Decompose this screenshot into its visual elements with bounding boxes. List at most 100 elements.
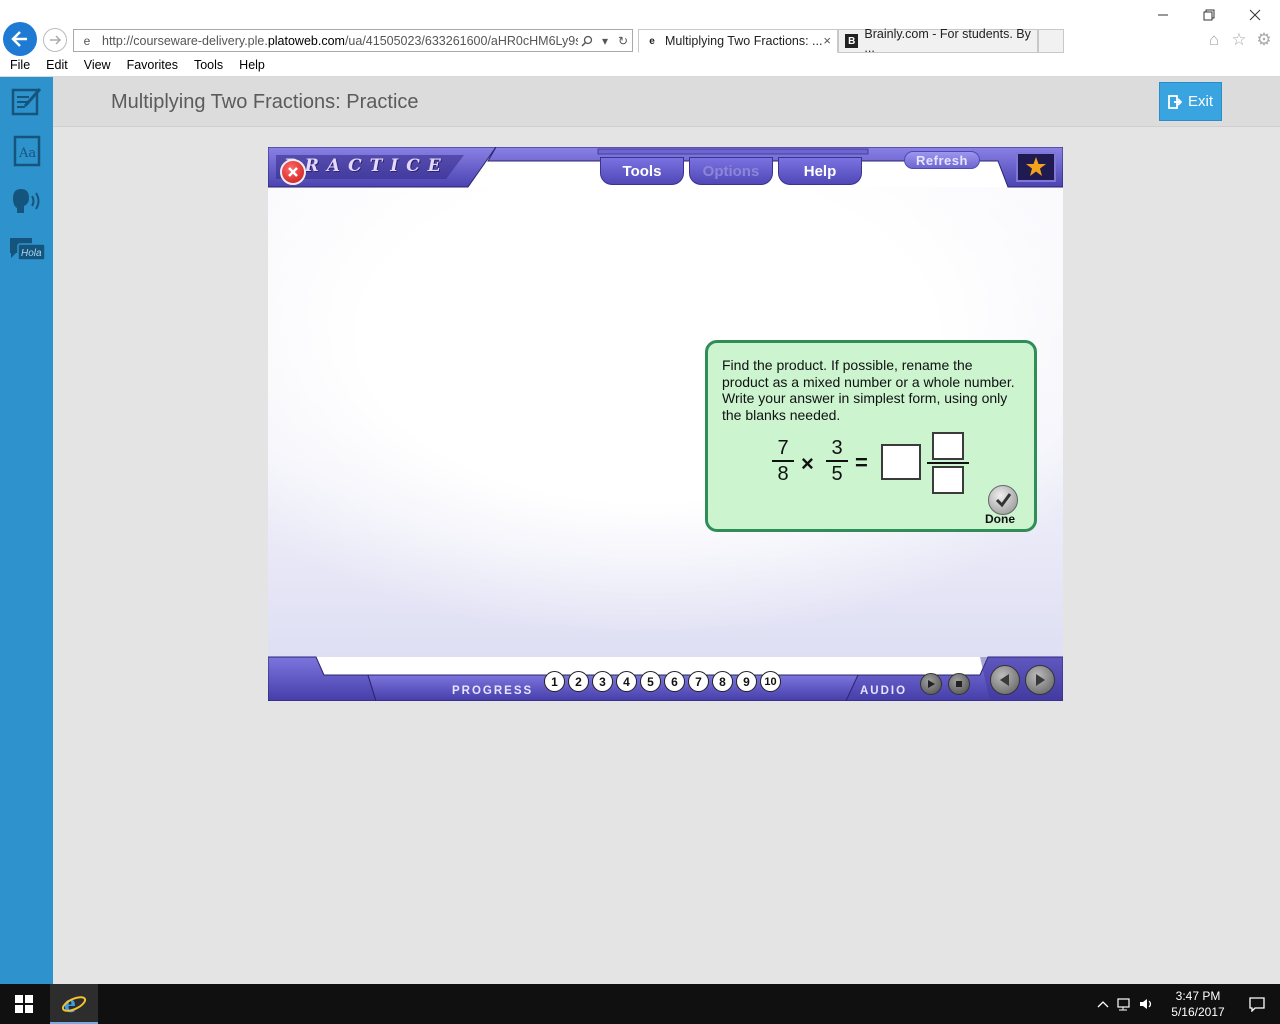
progress-item-3: 3 [592, 671, 613, 692]
translate-icon: Hola [10, 238, 46, 261]
practice-title: PRACTICE [284, 156, 449, 176]
windows-logo-icon [15, 995, 33, 1013]
tab-brainly[interactable]: B Brainly.com - For students. By ... [838, 27, 1038, 55]
options-button[interactable]: Options [689, 157, 773, 185]
exit-icon [1168, 94, 1182, 109]
progress-item-7: 7 [688, 671, 709, 692]
menu-favorites[interactable]: Favorites [117, 56, 178, 76]
progress-item-2: 2 [568, 671, 589, 692]
menu-edit[interactable]: Edit [36, 56, 68, 76]
answer-whole-input[interactable] [881, 444, 921, 480]
stop-icon [956, 681, 962, 687]
page-header: Multiplying Two Fractions: Practice Exit [53, 77, 1280, 127]
action-center-icon[interactable] [1234, 984, 1280, 1024]
tab-label: Multiplying Two Fractions: ... [665, 34, 823, 48]
search-icon[interactable] [578, 32, 596, 50]
play-icon [928, 680, 935, 688]
back-button[interactable] [3, 22, 37, 56]
times-sign: × [801, 451, 814, 476]
tools-button[interactable]: Tools [600, 157, 684, 185]
ie-page-icon: e [83, 33, 91, 48]
page-title: Multiplying Two Fractions: Practice [111, 91, 419, 113]
minimize-button[interactable] [1140, 4, 1186, 26]
fraction-one: 7 8 [772, 437, 794, 485]
settings-gear-icon[interactable]: ⚙ [1254, 30, 1274, 50]
refresh-page-icon[interactable]: ↻ [614, 32, 632, 50]
audio-label: AUDIO [860, 685, 908, 697]
menu-view[interactable]: View [74, 56, 111, 76]
practice-activity: PRACTICE Tools Options Help Refresh Find… [268, 147, 1063, 701]
dropdown-arrow-icon[interactable]: ▾ [596, 32, 614, 50]
restore-icon [1203, 9, 1215, 21]
browser-chrome: e http://courseware-delivery.ple.platowe… [0, 0, 1280, 77]
exit-button[interactable]: Exit [1159, 82, 1222, 121]
close-icon [288, 167, 298, 177]
notepad-icon [11, 88, 42, 116]
clock-date: 5/16/2017 [1171, 1005, 1225, 1019]
progress-label: PROGRESS [452, 685, 534, 697]
progress-item-6: 6 [664, 671, 685, 692]
restore-button[interactable] [1186, 4, 1232, 26]
progress-item-10: 10 [760, 671, 781, 692]
tab-label: Brainly.com - For students. By ... [864, 27, 1031, 55]
volume-icon[interactable] [1136, 984, 1158, 1024]
close-activity-button[interactable] [280, 159, 306, 185]
answer-numerator-input[interactable] [932, 432, 964, 460]
progress-item-5: 5 [640, 671, 661, 692]
clock-time: 3:47 PM [1175, 989, 1221, 1003]
notepad-button[interactable] [8, 83, 46, 119]
network-icon[interactable] [1114, 984, 1136, 1024]
question-box: Find the product. If possible, rename th… [705, 340, 1037, 532]
fraction-bar [772, 460, 794, 462]
fraction-one-denominator: 8 [777, 463, 789, 485]
minimize-icon [1158, 14, 1168, 16]
internet-explorer-icon: e [61, 990, 87, 1016]
tool-sidebar: Aa Hola [0, 77, 53, 984]
previous-button[interactable] [990, 665, 1020, 695]
progress-item-8: 8 [712, 671, 733, 692]
new-tab-button[interactable] [1038, 29, 1064, 53]
star-button[interactable] [1016, 152, 1056, 182]
arrow-left-icon [11, 31, 27, 47]
translate-button[interactable]: Hola [8, 233, 46, 269]
progress-item-1: 1 [544, 671, 565, 692]
fraction-two-numerator: 3 [831, 437, 843, 459]
start-button[interactable] [0, 984, 48, 1024]
arrow-left-icon [1000, 674, 1009, 686]
equals-sign: = [855, 450, 868, 475]
address-bar[interactable]: e http://courseware-delivery.ple.platowe… [73, 29, 633, 52]
fraction-bar [826, 460, 848, 462]
fraction-one-numerator: 7 [777, 437, 789, 459]
tab-favicon: B [845, 34, 859, 48]
done-button[interactable] [988, 485, 1018, 515]
tab-close-icon[interactable]: × [823, 33, 831, 48]
menu-help[interactable]: Help [229, 56, 265, 76]
forward-button[interactable] [43, 28, 67, 52]
show-hidden-icons-icon[interactable] [1092, 984, 1114, 1024]
audio-play-button[interactable] [920, 673, 942, 695]
progress-item-4: 4 [616, 671, 637, 692]
dictionary-button[interactable]: Aa [8, 133, 46, 169]
refresh-button[interactable]: Refresh [904, 151, 980, 169]
checkmark-icon [995, 493, 1012, 508]
system-tray: 3:47 PM 5/16/2017 [1092, 984, 1280, 1024]
tab-multiplying-fractions[interactable]: e Multiplying Two Fractions: ... × [638, 29, 838, 53]
taskbar: e 3:47 PM 5/16/2017 [0, 984, 1280, 1024]
internet-explorer-taskbar-button[interactable]: e [50, 984, 98, 1024]
next-button[interactable] [1025, 665, 1055, 695]
clock[interactable]: 3:47 PM 5/16/2017 [1162, 988, 1234, 1020]
star-icon [1026, 157, 1046, 176]
audio-stop-button[interactable] [948, 673, 970, 695]
arrow-right-icon [1036, 674, 1045, 686]
answer-denominator-input[interactable] [932, 466, 964, 494]
text-to-speech-button[interactable] [8, 183, 46, 219]
help-button[interactable]: Help [778, 157, 862, 185]
menu-file[interactable]: File [0, 56, 30, 76]
home-icon[interactable]: ⌂ [1204, 30, 1224, 50]
url-text[interactable]: http://courseware-delivery.ple.platoweb.… [96, 34, 578, 48]
fraction-two: 3 5 [826, 437, 848, 485]
close-window-button[interactable] [1232, 4, 1278, 26]
menu-tools[interactable]: Tools [184, 56, 223, 76]
favorites-star-icon[interactable]: ☆ [1229, 30, 1249, 50]
close-icon [1249, 9, 1261, 21]
